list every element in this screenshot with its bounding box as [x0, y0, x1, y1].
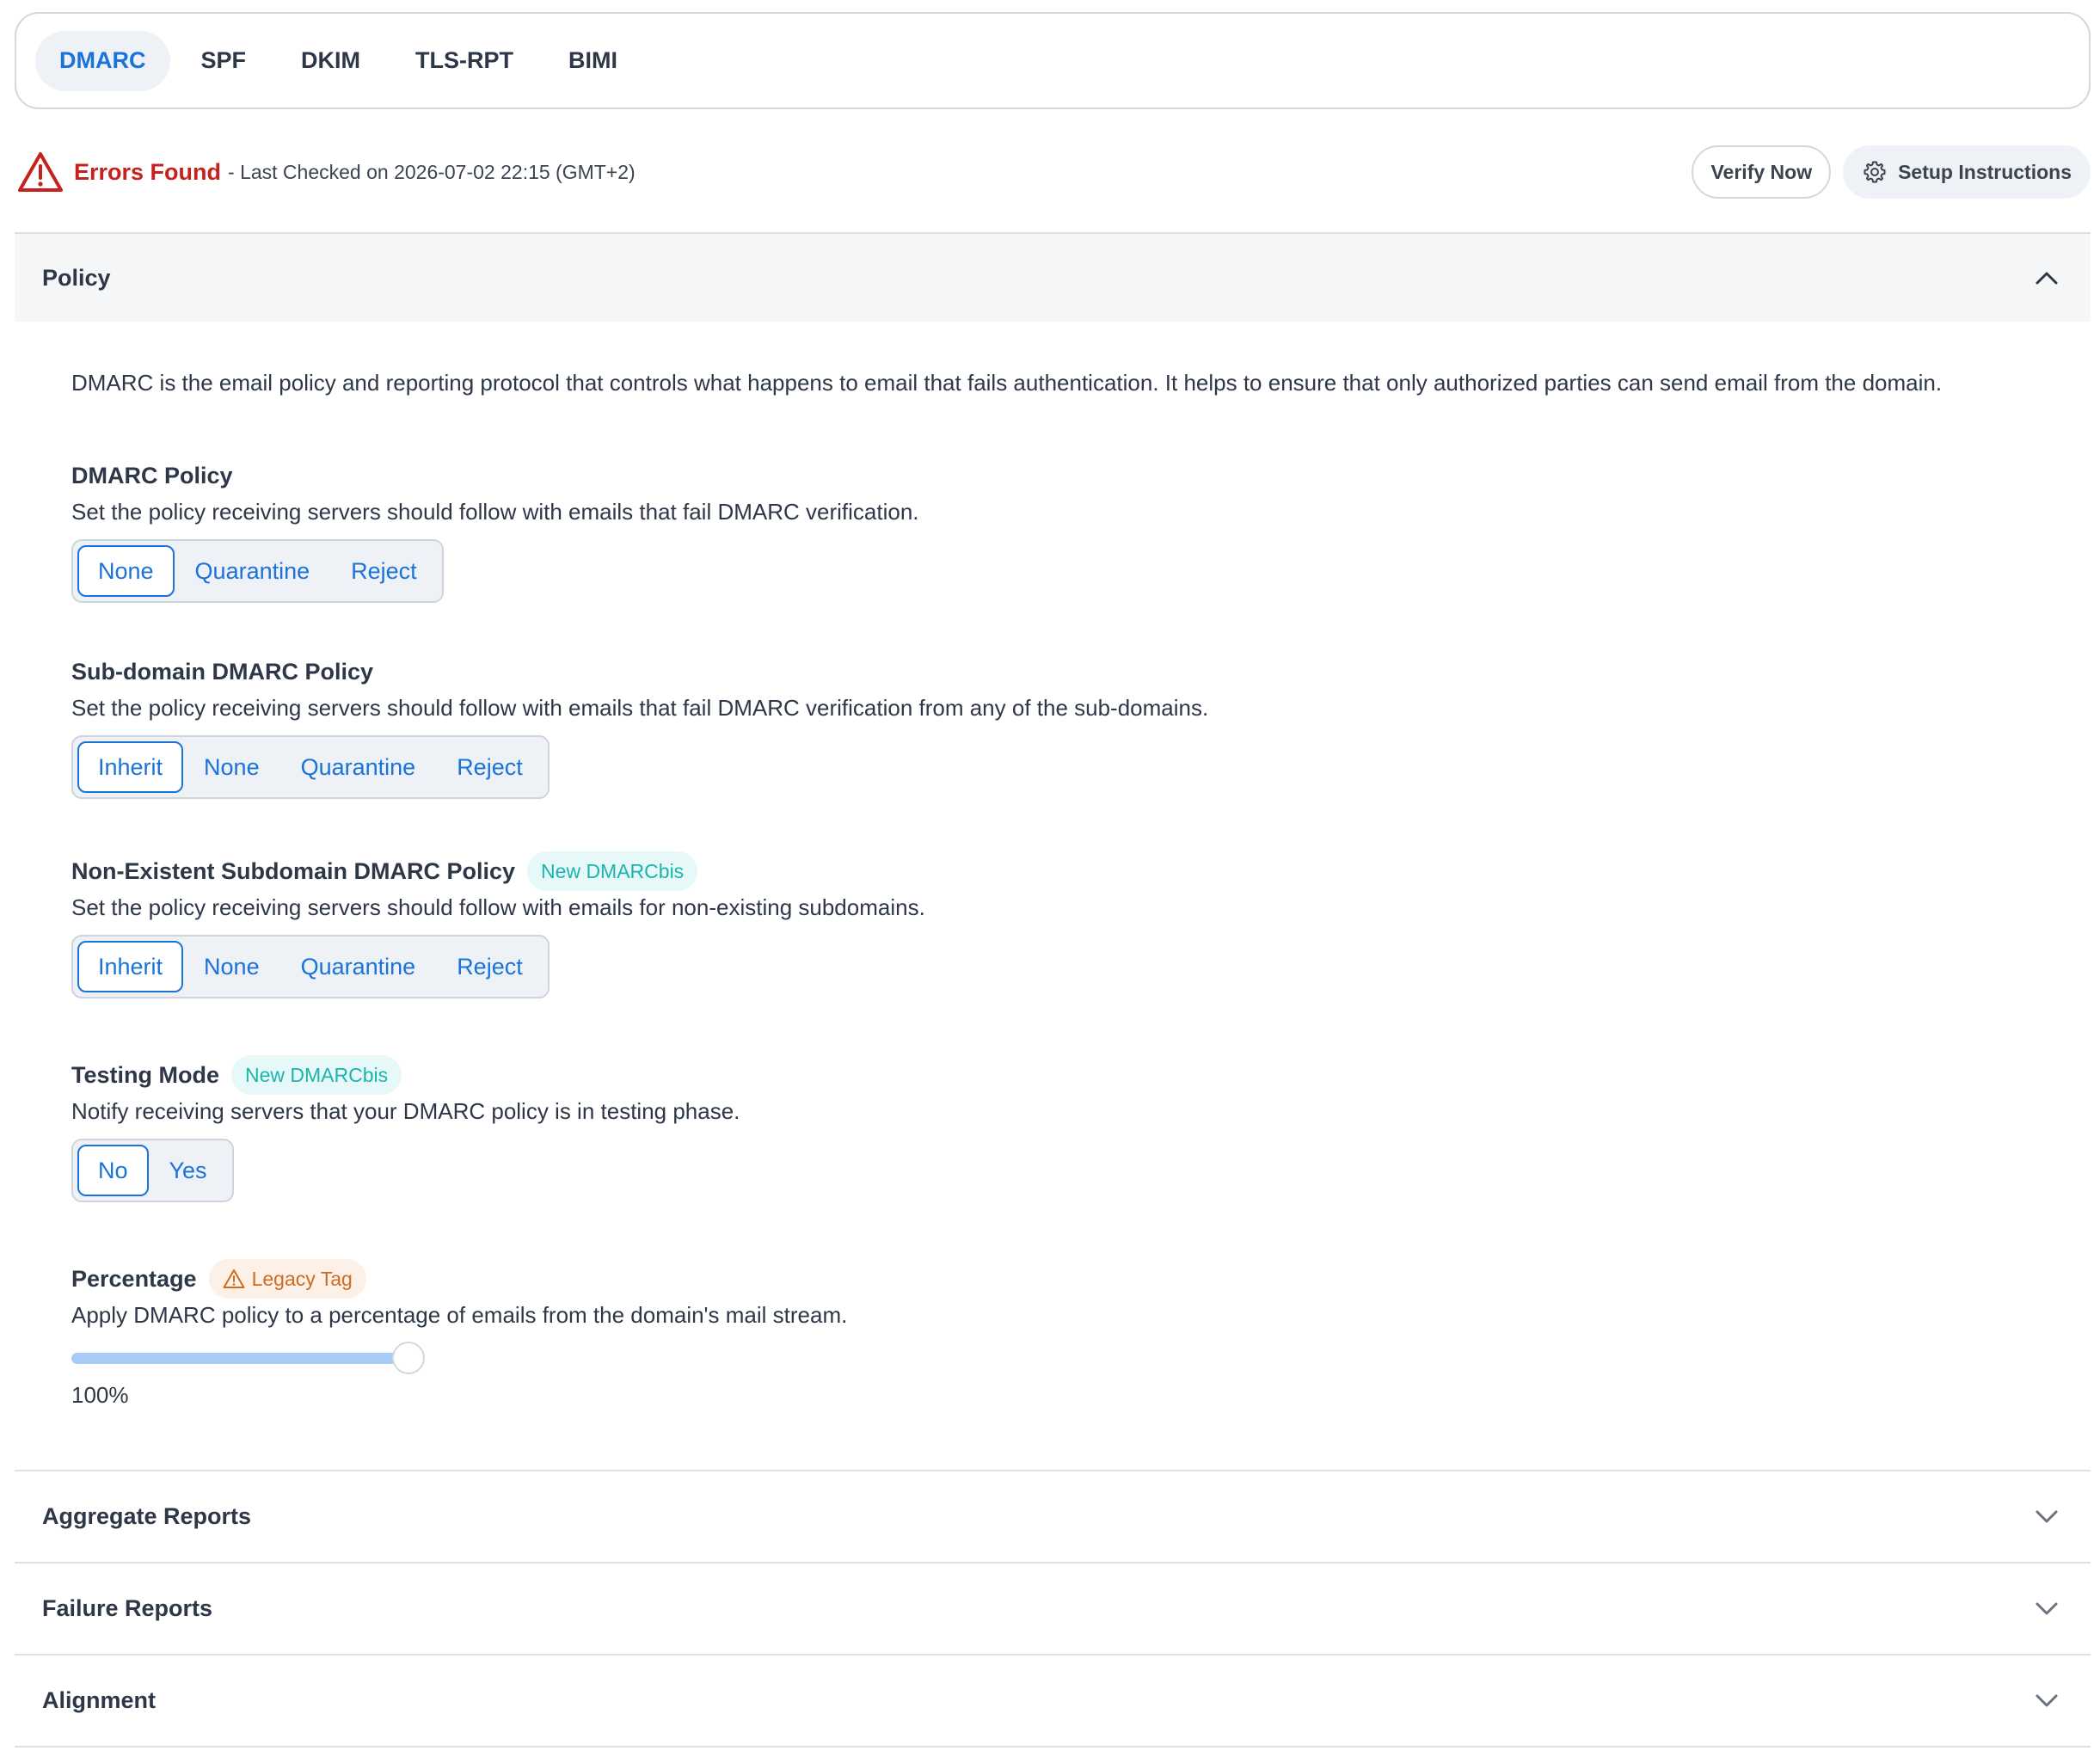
setup-instructions-label: Setup Instructions [1898, 160, 2072, 183]
legacy-tag-badge: Legacy Tag [208, 1259, 366, 1299]
new-dmarcbis-badge: New DMARCbis [231, 1055, 402, 1095]
percentage-slider-fill [71, 1353, 408, 1364]
nonexistent-policy-option-reject[interactable]: Reject [436, 941, 543, 992]
testing-mode-option-no[interactable]: No [77, 1145, 149, 1196]
nonexistent-policy-desc: Set the policy receiving servers should … [71, 894, 925, 920]
dmarc-policy-desc: Set the policy receiving servers should … [71, 499, 919, 525]
warning-icon [223, 1269, 245, 1288]
verify-now-button[interactable]: Verify Now [1692, 145, 1832, 199]
policy-intro: DMARC is the email policy and reporting … [71, 370, 1943, 396]
status-actions: Verify Now Setup Instructions [1692, 145, 2091, 199]
policy-section-title: Policy [42, 264, 111, 291]
testing-mode-selector: No Yes [71, 1139, 234, 1202]
testing-mode-option-yes[interactable]: Yes [149, 1145, 228, 1196]
subdomain-policy-desc: Set the policy receiving servers should … [71, 695, 1209, 721]
percentage-title: Percentage [71, 1265, 197, 1292]
tab-bimi[interactable]: BIMI [544, 31, 642, 91]
failure-reports-title: Failure Reports [42, 1594, 213, 1621]
section-divider [15, 1746, 2091, 1748]
legacy-tag-label: Legacy Tag [251, 1267, 353, 1290]
record-tabs: DMARC SPF DKIM TLS-RPT BIMI [15, 12, 2091, 109]
failure-reports-section-header[interactable]: Failure Reports [15, 1563, 2091, 1653]
subdomain-policy-option-quarantine[interactable]: Quarantine [280, 741, 437, 793]
subdomain-policy-field: Sub-domain DMARC Policy Set the policy r… [71, 652, 1208, 799]
chevron-down-icon [2036, 1694, 2058, 1707]
dmarc-policy-title: DMARC Policy [71, 462, 233, 488]
last-checked: - Last Checked on 2026-07-02 22:15 (GMT+… [228, 160, 636, 183]
tab-tls-rpt[interactable]: TLS-RPT [391, 31, 537, 91]
dmarc-policy-option-quarantine[interactable]: Quarantine [175, 545, 331, 597]
gear-icon [1864, 161, 1886, 183]
alignment-section-header[interactable]: Alignment [15, 1656, 2091, 1745]
percentage-value: 100% [71, 1382, 129, 1408]
status-row: Errors Found - Last Checked on 2026-07-0… [17, 144, 2091, 200]
testing-mode-title: Testing Mode [71, 1061, 219, 1088]
policy-section-header[interactable]: Policy [15, 232, 2091, 322]
percentage-desc: Apply DMARC policy to a percentage of em… [71, 1302, 848, 1328]
subdomain-policy-title: Sub-domain DMARC Policy [71, 658, 374, 685]
nonexistent-policy-option-inherit[interactable]: Inherit [77, 941, 184, 992]
nonexistent-policy-selector: Inherit None Quarantine Reject [71, 935, 550, 998]
status-label: Errors Found [74, 158, 222, 185]
testing-mode-field: Testing Mode New DMARCbis Notify receivi… [71, 1055, 740, 1202]
chevron-up-icon [2036, 272, 2058, 285]
dmarc-policy-option-reject[interactable]: Reject [330, 545, 438, 597]
nonexistent-policy-field: Non-Existent Subdomain DMARC Policy New … [71, 851, 925, 998]
dmarc-policy-option-none[interactable]: None [77, 545, 175, 597]
percentage-slider-thumb[interactable] [392, 1342, 425, 1374]
dmarc-policy-selector: None Quarantine Reject [71, 539, 444, 603]
chevron-down-icon [2036, 1510, 2058, 1523]
nonexistent-policy-option-none[interactable]: None [183, 941, 280, 992]
aggregate-reports-title: Aggregate Reports [42, 1502, 252, 1529]
tab-dkim[interactable]: DKIM [277, 31, 384, 91]
nonexistent-policy-option-quarantine[interactable]: Quarantine [280, 941, 437, 992]
alignment-title: Alignment [42, 1686, 156, 1713]
tab-spf[interactable]: SPF [177, 31, 271, 91]
subdomain-policy-option-none[interactable]: None [183, 741, 280, 793]
chevron-down-icon [2036, 1602, 2058, 1615]
tab-dmarc[interactable]: DMARC [35, 30, 170, 91]
subdomain-policy-option-inherit[interactable]: Inherit [77, 741, 184, 793]
dmarc-policy-field: DMARC Policy Set the policy receiving se… [71, 456, 919, 603]
aggregate-reports-section-header[interactable]: Aggregate Reports [15, 1471, 2091, 1561]
nonexistent-policy-title: Non-Existent Subdomain DMARC Policy [71, 857, 516, 884]
testing-mode-desc: Notify receiving servers that your DMARC… [71, 1098, 740, 1124]
subdomain-policy-option-reject[interactable]: Reject [436, 741, 543, 793]
subdomain-policy-selector: Inherit None Quarantine Reject [71, 735, 550, 799]
setup-instructions-button[interactable]: Setup Instructions [1843, 145, 2091, 199]
percentage-field: Percentage Legacy Tag Apply DMARC policy… [71, 1259, 847, 1409]
percentage-slider[interactable] [71, 1341, 433, 1375]
new-dmarcbis-badge: New DMARCbis [527, 851, 698, 891]
warning-icon [18, 152, 63, 192]
